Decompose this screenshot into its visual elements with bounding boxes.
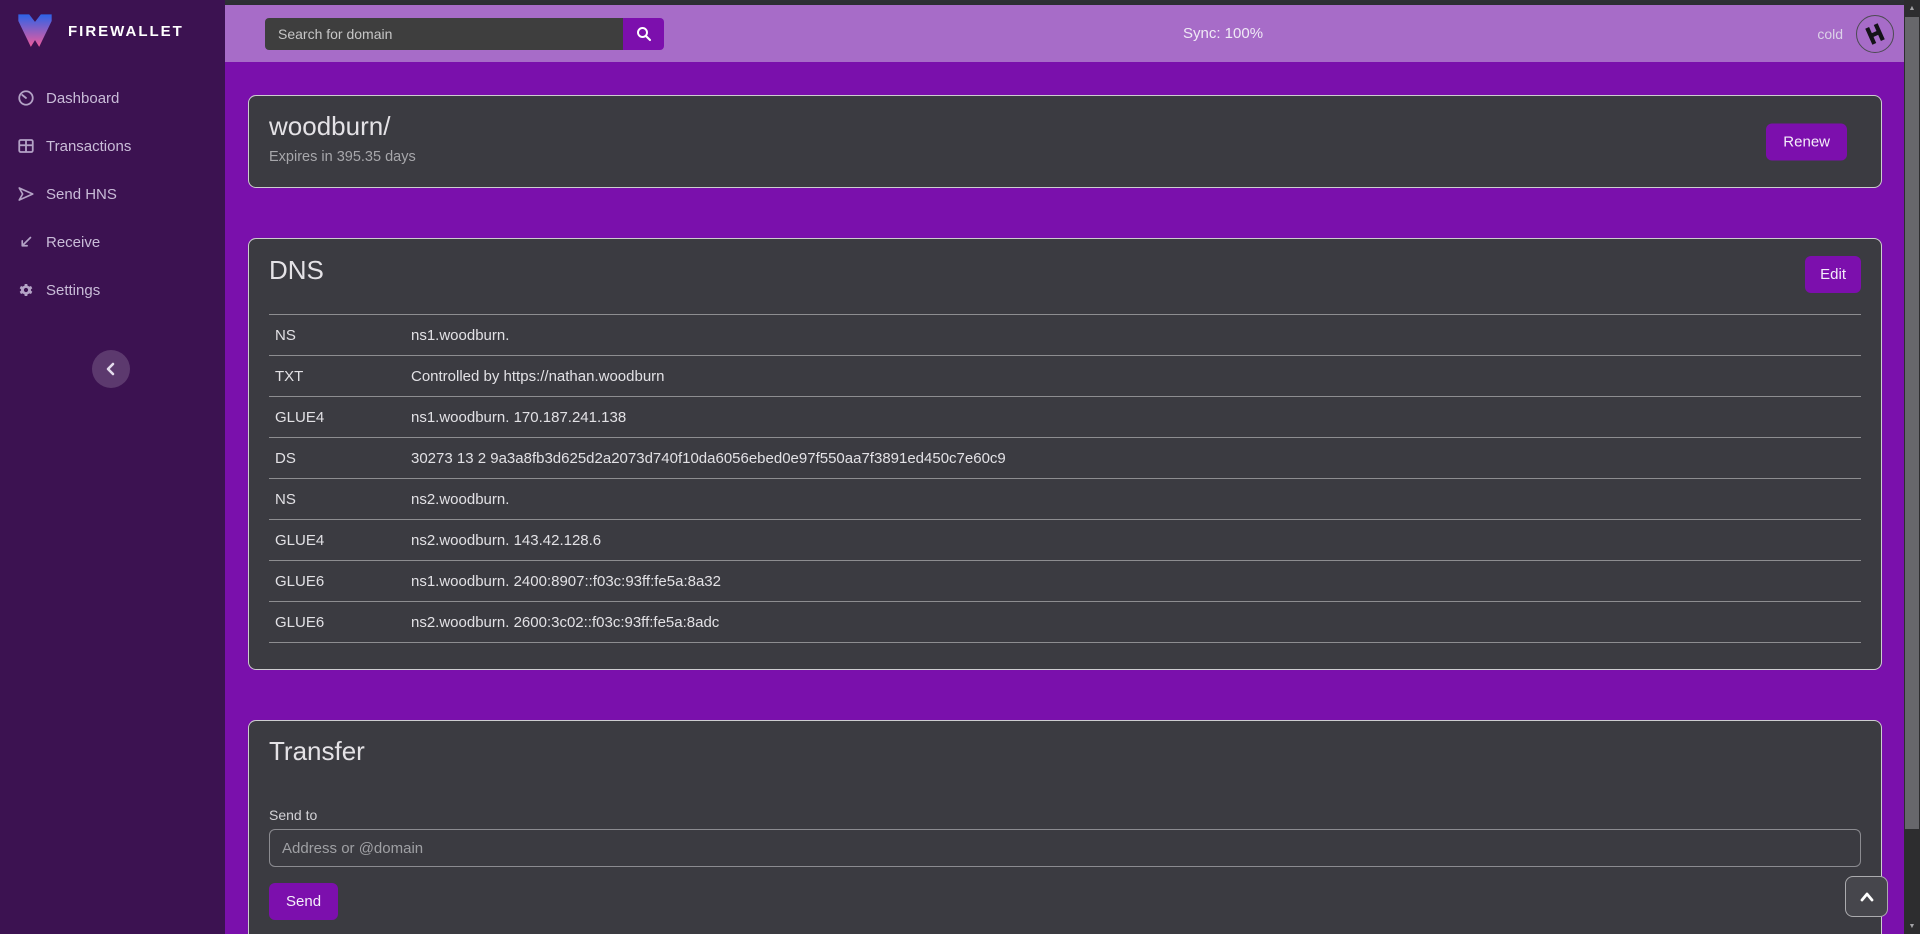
edit-dns-button[interactable]: Edit: [1805, 256, 1861, 293]
sidebar-item-send-hns[interactable]: Send HNS: [0, 170, 225, 218]
record-type: GLUE6: [269, 573, 411, 590]
dns-records-table: NS ns1.woodburn. TXT Controlled by https…: [269, 314, 1861, 643]
dns-title: DNS: [269, 255, 1861, 286]
content-area: Sync: 100% cold woodburn/ Expires in 395…: [225, 0, 1920, 934]
receive-arrow-icon: [17, 233, 35, 251]
record-type: GLUE4: [269, 532, 411, 549]
transfer-card: Transfer Send to Send: [248, 720, 1882, 934]
record-value: ns2.woodburn.: [411, 491, 1861, 508]
record-value: 30273 13 2 9a3a8fb3d625d2a2073d740f10da6…: [411, 450, 1861, 467]
app-logo[interactable]: FIREWALLET: [0, 0, 225, 62]
table-row: GLUE6 ns1.woodburn. 2400:8907::f03c:93ff…: [269, 561, 1861, 602]
record-type: DS: [269, 450, 411, 467]
record-value: ns1.woodburn. 2400:8907::f03c:93ff:fe5a:…: [411, 573, 1861, 590]
topbar: Sync: 100% cold: [225, 5, 1904, 62]
scrollbar-thumb[interactable]: [1905, 17, 1919, 829]
sidebar-item-dashboard[interactable]: Dashboard: [0, 74, 225, 122]
scrollbar[interactable]: ▲ ▼: [1904, 0, 1920, 934]
table-row: GLUE4 ns1.woodburn. 170.187.241.138: [269, 397, 1861, 438]
main-scroll-region: woodburn/ Expires in 395.35 days Renew D…: [225, 62, 1904, 934]
gear-icon: [17, 281, 35, 299]
renew-button[interactable]: Renew: [1766, 123, 1847, 160]
search-button[interactable]: [623, 18, 664, 50]
record-value: ns2.woodburn. 143.42.128.6: [411, 532, 1861, 549]
sidebar-item-receive[interactable]: Receive: [0, 218, 225, 266]
search-input[interactable]: [265, 18, 623, 50]
sidebar: FIREWALLET Dashboard Transactions Send H…: [0, 0, 225, 934]
scrollbar-up-arrow-icon[interactable]: ▲: [1904, 0, 1920, 16]
table-row: GLUE6 ns2.woodburn. 2600:3c02::f03c:93ff…: [269, 602, 1861, 643]
scrollbar-down-arrow-icon[interactable]: ▼: [1904, 918, 1920, 934]
record-type: NS: [269, 491, 411, 508]
brand-name: FIREWALLET: [68, 23, 184, 40]
table-icon: [17, 137, 35, 155]
record-type: GLUE6: [269, 614, 411, 631]
transfer-title: Transfer: [269, 736, 1861, 767]
record-type: TXT: [269, 368, 411, 385]
sidebar-collapse-button[interactable]: [92, 350, 130, 388]
domain-expiry: Expires in 395.35 days: [269, 149, 1861, 165]
gauge-icon: [17, 89, 35, 107]
record-value: ns1.woodburn. 170.187.241.138: [411, 409, 1861, 426]
table-row: NS ns2.woodburn.: [269, 479, 1861, 520]
sidebar-item-label: Send HNS: [46, 186, 117, 203]
dns-card: DNS Edit NS ns1.woodburn. TXT Controlled…: [248, 238, 1882, 670]
transfer-address-input[interactable]: [269, 829, 1861, 867]
domain-title: woodburn/: [269, 111, 1861, 142]
chevron-left-icon: [105, 362, 117, 376]
record-value: ns2.woodburn. 2600:3c02::f03c:93ff:fe5a:…: [411, 614, 1861, 631]
domain-card: woodburn/ Expires in 395.35 days Renew: [248, 95, 1882, 188]
wallet-area: cold: [1817, 15, 1894, 53]
sidebar-item-settings[interactable]: Settings: [0, 266, 225, 314]
send-transfer-button[interactable]: Send: [269, 883, 338, 920]
scroll-to-top-button[interactable]: [1845, 876, 1888, 917]
record-value: Controlled by https://nathan.woodburn: [411, 368, 1861, 385]
record-value: ns1.woodburn.: [411, 327, 1861, 344]
send-to-label: Send to: [269, 807, 1861, 823]
sidebar-item-label: Settings: [46, 282, 100, 299]
record-type: GLUE4: [269, 409, 411, 426]
table-row: GLUE4 ns2.woodburn. 143.42.128.6: [269, 520, 1861, 561]
sync-status: Sync: 100%: [1183, 25, 1263, 42]
sidebar-nav: Dashboard Transactions Send HNS Receive: [0, 74, 225, 314]
wallet-name: cold: [1817, 26, 1843, 42]
sidebar-item-label: Dashboard: [46, 90, 119, 107]
domain-search: [265, 18, 664, 50]
record-type: NS: [269, 327, 411, 344]
table-row: DS 30273 13 2 9a3a8fb3d625d2a2073d740f10…: [269, 438, 1861, 479]
table-row: NS ns1.woodburn.: [269, 315, 1861, 356]
sidebar-item-label: Receive: [46, 234, 100, 251]
wallet-menu-button[interactable]: [1856, 15, 1894, 53]
send-icon: [17, 185, 35, 203]
sidebar-item-transactions[interactable]: Transactions: [0, 122, 225, 170]
chevron-up-icon: [1860, 892, 1874, 902]
handshake-icon: [1861, 20, 1889, 48]
firewallet-w-logo-icon: [14, 11, 56, 51]
table-row: TXT Controlled by https://nathan.woodbur…: [269, 356, 1861, 397]
sidebar-item-label: Transactions: [46, 138, 131, 155]
search-icon: [635, 25, 653, 43]
